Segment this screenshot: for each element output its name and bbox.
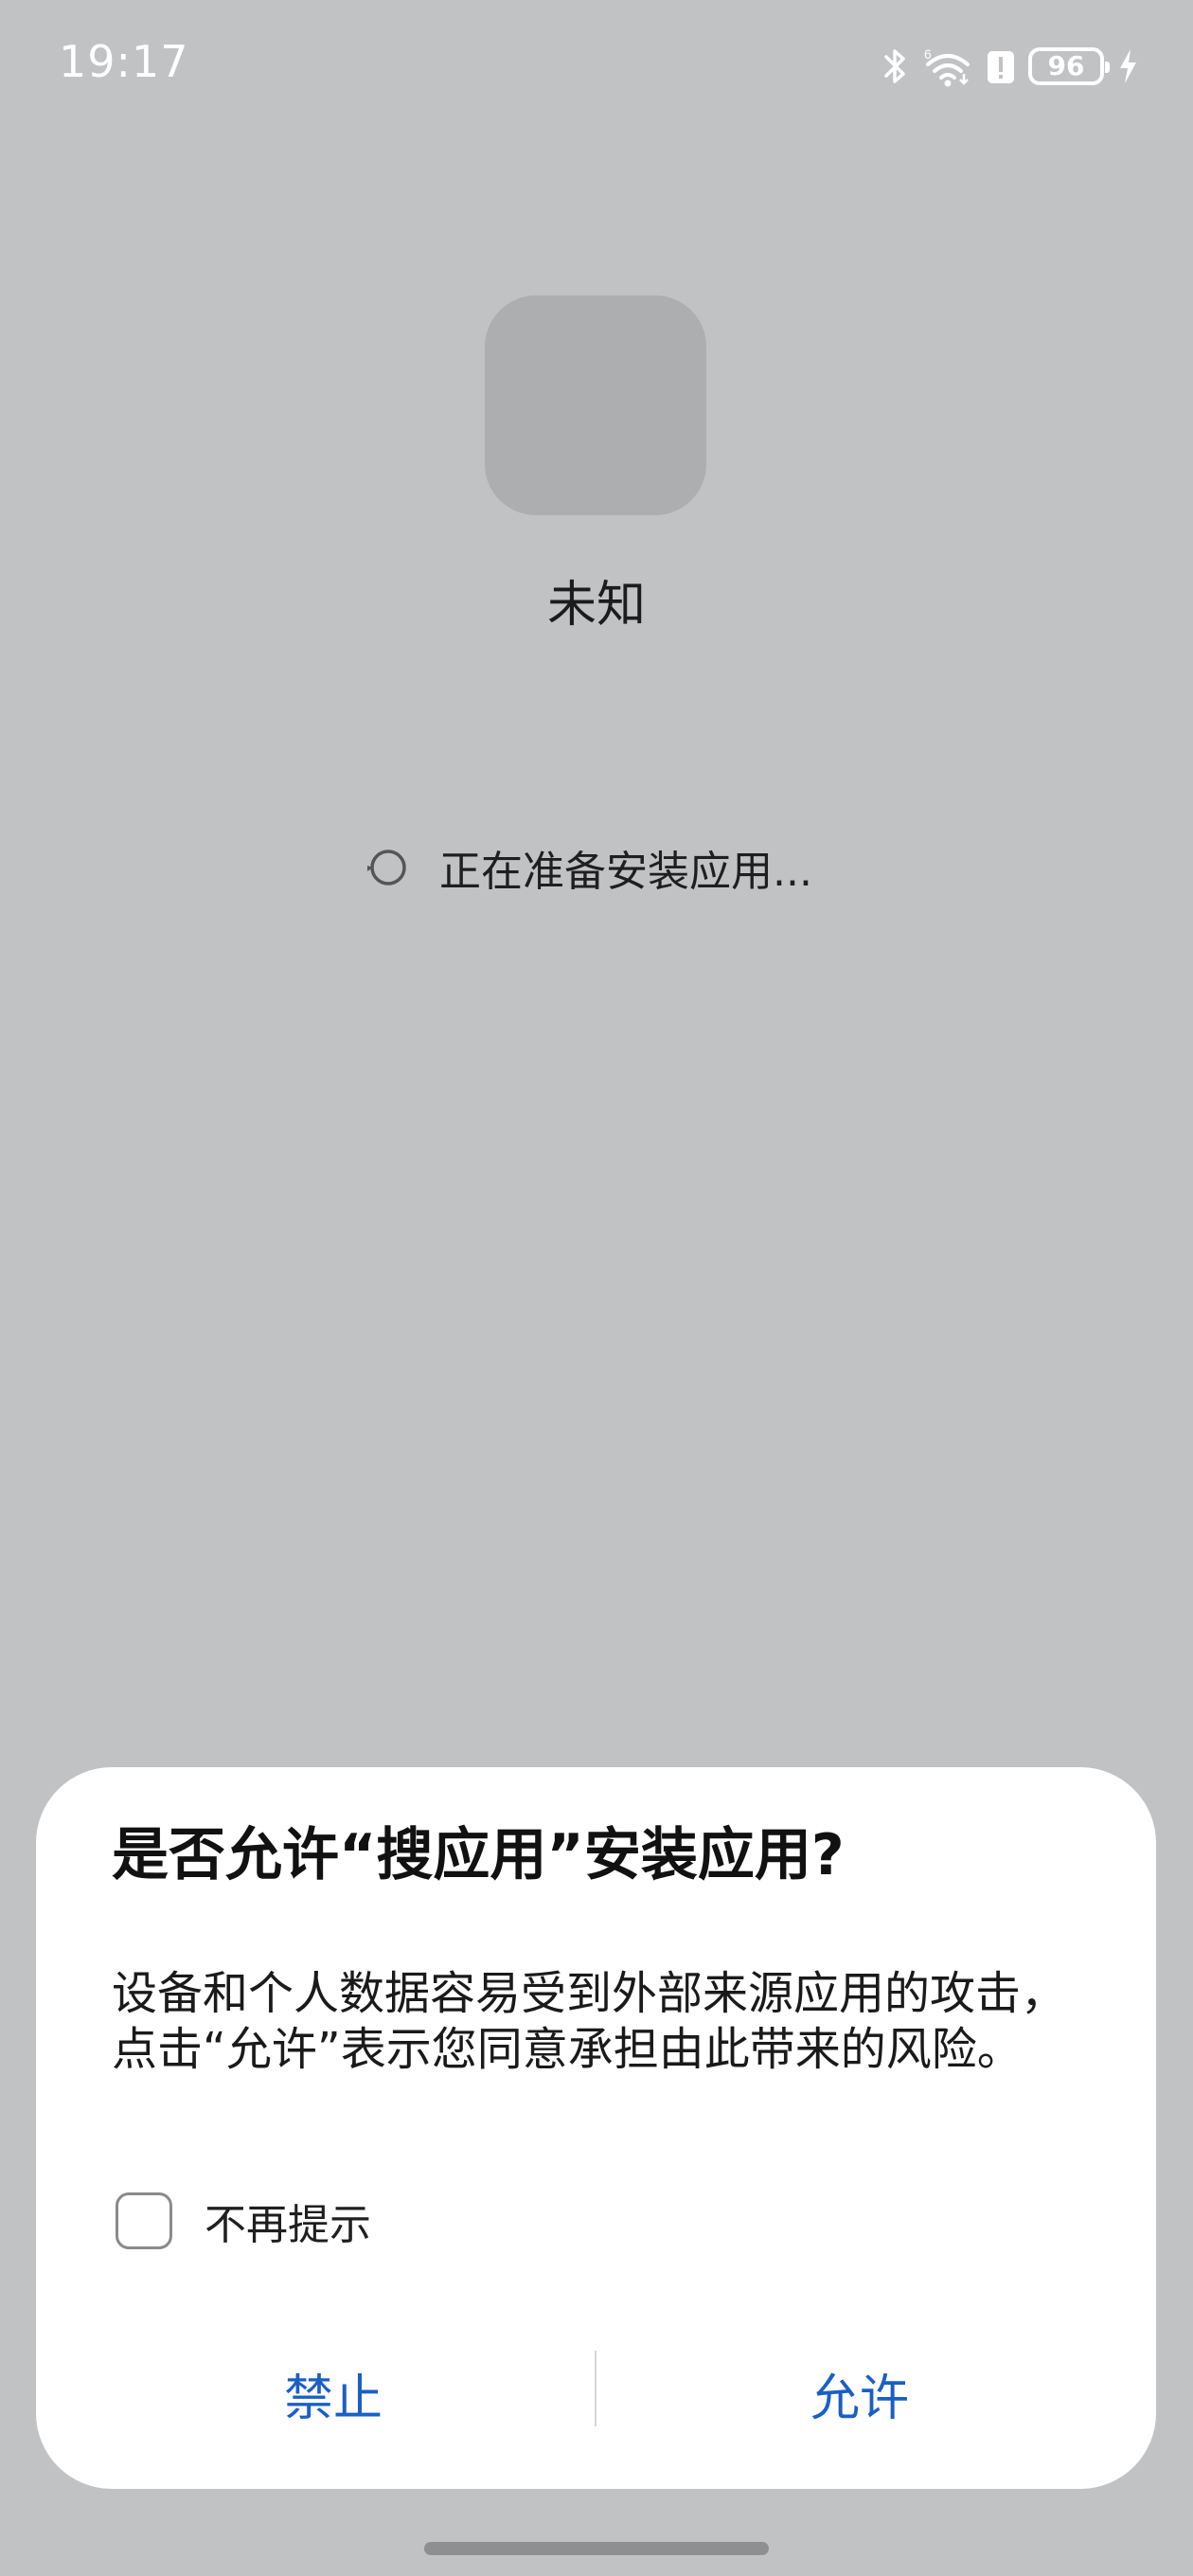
status-time: 19:17 [59, 36, 189, 87]
dont-remind-checkbox[interactable] [116, 2192, 172, 2249]
svg-text:6: 6 [924, 46, 932, 62]
dont-remind-label: 不再提示 [205, 2201, 371, 2249]
status-bar: 19:17 6 96 [0, 0, 1193, 133]
allow-button[interactable]: 允许 [595, 2341, 1125, 2445]
dialog-message: 设备和个人数据容易受到外部来源应用的攻击，点击“允许”表示您同意承担由此带来的风… [112, 1967, 1067, 2076]
battery-level: 96 [1047, 50, 1085, 81]
bluetooth-icon [884, 49, 905, 83]
alert-icon [988, 51, 1014, 83]
wifi-icon: 6 [924, 46, 970, 87]
deny-button[interactable]: 禁止 [68, 2341, 598, 2445]
app-icon-placeholder [485, 295, 706, 515]
battery-icon: 96 [1028, 47, 1110, 85]
preparing-status: 正在准备安装应用... [364, 837, 812, 898]
status-icons: 6 96 [882, 42, 1138, 91]
loading-spinner-icon [367, 850, 406, 886]
charging-icon [1120, 49, 1136, 83]
dialog-title: 是否允许“搜应用”安装应用? [112, 1822, 845, 1888]
install-permission-dialog: 是否允许“搜应用”安装应用? 设备和个人数据容易受到外部来源应用的攻击，点击“允… [36, 1767, 1156, 2489]
preparing-text: 正在准备安装应用... [439, 848, 812, 896]
home-indicator[interactable] [424, 2542, 769, 2555]
dont-remind-checkbox-row[interactable]: 不再提示 [116, 2188, 371, 2254]
app-name: 未知 [546, 577, 646, 634]
